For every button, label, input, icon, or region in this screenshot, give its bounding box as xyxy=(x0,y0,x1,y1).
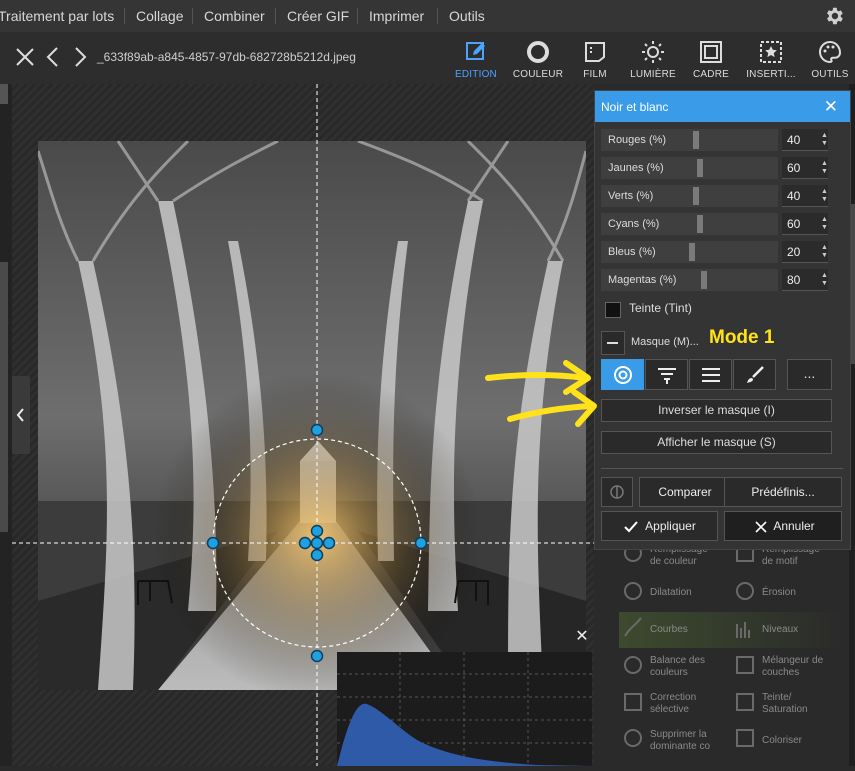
mask-mode-buttons xyxy=(601,359,778,390)
slider-thumb[interactable] xyxy=(693,131,699,149)
invert-mask-button[interactable]: Inverser le masque (I) xyxy=(601,399,832,422)
spinner-arrows-icon[interactable]: ▲ ▼ xyxy=(821,216,828,232)
divider xyxy=(601,468,843,469)
slider-row: Verts (%) 40 ▲ ▼ xyxy=(601,185,837,207)
cancel-label: Annuler xyxy=(773,519,815,533)
dialog-title: Noir et blanc xyxy=(601,100,669,114)
lines-icon xyxy=(701,367,720,382)
slider-row: Jaunes (%) 60 ▲ ▼ xyxy=(601,157,837,179)
more-options-button[interactable]: ... xyxy=(787,359,832,390)
slider-row: Rouges (%) 40 ▲ ▼ xyxy=(601,129,837,151)
mask-mode-brush-button[interactable] xyxy=(733,359,776,390)
slider-label: Jaunes (%) xyxy=(601,157,685,179)
black-white-dialog: Noir et blanc ✕ Rouges (%) 40 ▲ ▼ Jaunes (%)… xyxy=(594,90,851,550)
mask-mode-gradient-button[interactable] xyxy=(645,359,688,390)
close-icon[interactable]: ✕ xyxy=(824,97,838,117)
spinner-arrows-icon[interactable]: ▲ ▼ xyxy=(821,160,828,176)
slider-row: Bleus (%) 20 ▲ ▼ xyxy=(601,241,837,263)
presets-button[interactable]: Prédéfinis... xyxy=(724,477,842,507)
slider-track[interactable] xyxy=(685,213,778,235)
brush-icon xyxy=(746,365,764,383)
slider-track[interactable] xyxy=(685,241,778,263)
slider-track[interactable] xyxy=(685,157,778,179)
slider-row: Cyans (%) 60 ▲ ▼ xyxy=(601,213,837,235)
split-view-button[interactable] xyxy=(601,477,633,507)
apply-button[interactable]: Appliquer xyxy=(601,511,718,541)
tint-label: Teinte (Tint) xyxy=(629,301,692,315)
radial-mask-icon xyxy=(613,365,632,384)
compare-button[interactable]: Comparer xyxy=(639,477,731,507)
check-icon xyxy=(624,521,638,533)
slider-label: Bleus (%) xyxy=(601,241,685,263)
slider-thumb[interactable] xyxy=(697,159,703,177)
spinner-arrows-icon[interactable]: ▲ ▼ xyxy=(821,272,828,288)
tint-checkbox[interactable] xyxy=(605,302,621,318)
half-circle-icon xyxy=(610,485,624,499)
mask-toggle-button[interactable] xyxy=(601,331,625,355)
slider-track[interactable] xyxy=(685,129,778,151)
slider-track[interactable] xyxy=(685,269,778,291)
slider-label: Verts (%) xyxy=(601,185,685,207)
mask-mode-radial-button[interactable] xyxy=(601,359,644,390)
slider-label: Magentas (%) xyxy=(601,269,685,291)
mask-mode-linear-button[interactable] xyxy=(689,359,732,390)
slider-row: Magentas (%) 80 ▲ ▼ xyxy=(601,269,837,291)
spinner-arrows-icon[interactable]: ▲ ▼ xyxy=(821,188,828,204)
show-mask-button[interactable]: Afficher le masque (S) xyxy=(601,431,832,454)
annotation-mode-label: Mode 1 xyxy=(709,327,775,348)
cancel-button[interactable]: Annuler xyxy=(724,511,842,541)
minus-icon xyxy=(607,342,618,344)
slider-thumb[interactable] xyxy=(701,271,707,289)
spinner-arrows-icon[interactable]: ▲ ▼ xyxy=(821,132,828,148)
slider-label: Rouges (%) xyxy=(601,129,685,151)
slider-thumb[interactable] xyxy=(689,243,695,261)
slider-label: Cyans (%) xyxy=(601,213,685,235)
slider-thumb[interactable] xyxy=(693,187,699,205)
spinner-arrows-icon[interactable]: ▲ ▼ xyxy=(821,244,828,260)
slider-track[interactable] xyxy=(685,185,778,207)
slider-thumb[interactable] xyxy=(697,215,703,233)
filter-gradient-icon xyxy=(657,367,676,384)
mask-label[interactable]: Masque (M)... xyxy=(631,336,699,348)
apply-label: Appliquer xyxy=(645,519,696,533)
close-icon xyxy=(755,521,767,533)
dialog-header: Noir et blanc ✕ xyxy=(595,91,850,122)
